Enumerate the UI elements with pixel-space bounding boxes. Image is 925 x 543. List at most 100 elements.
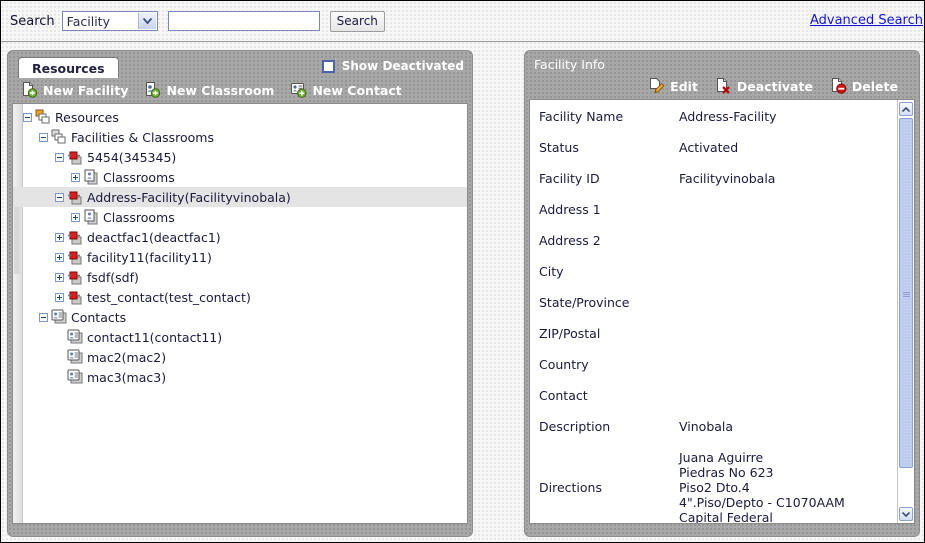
tree-node[interactable]: Resources — [23, 107, 467, 127]
collapse-icon[interactable] — [23, 112, 32, 122]
resources-node-icon — [35, 109, 52, 125]
new-contact-label: New Contact — [312, 83, 402, 98]
facility-info-scrollbar[interactable] — [897, 100, 914, 523]
collapse-icon[interactable] — [55, 192, 64, 202]
facility-icon — [67, 269, 84, 285]
field-row: Contact — [539, 388, 897, 403]
expand-icon[interactable] — [55, 232, 64, 242]
tree-node[interactable]: 5454(345345) — [23, 147, 467, 167]
deactivate-icon — [715, 77, 732, 97]
expand-icon[interactable] — [71, 212, 80, 222]
field-label: State/Province — [539, 295, 630, 310]
field-value: Facilityvinobala — [679, 171, 776, 186]
tree-node[interactable]: deactfac1(deactfac1) — [23, 227, 467, 247]
field-label: Address 2 — [539, 233, 601, 248]
tree-node[interactable]: Contacts — [23, 307, 467, 327]
tree-node-label: 5454(345345) — [87, 149, 177, 165]
show-deactivated-checkbox[interactable] — [321, 59, 335, 73]
facility-icon — [67, 229, 84, 245]
field-row: City — [539, 264, 897, 279]
tree-node[interactable]: Facilities & Classrooms — [23, 127, 467, 147]
scroll-up-icon[interactable] — [899, 102, 913, 116]
new-facility-label: New Facility — [43, 83, 129, 98]
tree-node[interactable]: Address-Facility(Facilityvinobala) — [13, 187, 467, 207]
chevron-down-icon[interactable] — [137, 13, 156, 29]
field-label: ZIP/Postal — [539, 326, 601, 341]
search-button[interactable]: Search — [329, 10, 385, 32]
collapse-icon[interactable] — [39, 312, 48, 322]
field-row: Directions Juana Aguirre Piedras No 623 P… — [539, 450, 897, 523]
tree-node-label: Classrooms — [103, 169, 175, 185]
deactivate-button[interactable]: Deactivate — [715, 77, 813, 97]
expand-icon[interactable] — [55, 292, 64, 302]
delete-button[interactable]: Delete — [830, 77, 898, 97]
advanced-search-link[interactable]: Advanced Search — [810, 13, 923, 28]
tree-node-label: test_contact(test_contact) — [87, 289, 251, 305]
tree-node-label: contact11(contact11) — [87, 329, 223, 345]
tree-node-label: mac2(mac2) — [87, 349, 167, 365]
tree-node-label: facility11(facility11) — [87, 249, 212, 265]
contacts-folder-icon — [51, 309, 68, 325]
facility-icon — [67, 149, 84, 165]
facility-info-body: Facility Name Address-Facility Status Activ… — [529, 99, 915, 524]
tree-node[interactable]: Classrooms — [23, 167, 467, 187]
search-bar: Search Facility Search Advanced Search — [1, 1, 924, 42]
expand-icon[interactable] — [55, 272, 64, 282]
search-type-value: Facility — [66, 13, 110, 29]
new-contact-button[interactable]: New Contact — [290, 81, 402, 101]
classrooms-icon — [83, 169, 100, 185]
tree-node[interactable]: test_contact(test_contact) — [23, 287, 467, 307]
field-label: Facility ID — [539, 171, 600, 186]
delete-icon — [830, 77, 847, 97]
field-row: Description Vinobala — [539, 419, 897, 434]
contact-icon — [67, 329, 84, 345]
edit-button[interactable]: Edit — [648, 77, 698, 97]
field-value: Activated — [679, 140, 739, 155]
collapse-icon[interactable] — [39, 132, 48, 142]
tree-node[interactable]: mac3(mac3) — [23, 367, 467, 387]
tree-node-label: deactfac1(deactfac1) — [87, 229, 221, 245]
classrooms-icon — [83, 209, 100, 225]
collapse-icon[interactable] — [55, 152, 64, 162]
tab-resources[interactable]: Resources — [18, 57, 119, 78]
tree-node[interactable]: Classrooms — [23, 207, 467, 227]
facility-icon — [67, 189, 84, 205]
search-input[interactable] — [167, 11, 320, 31]
new-classroom-icon — [144, 81, 161, 101]
field-row: Facility ID Facilityvinobala — [539, 171, 897, 186]
scrollbar-thumb[interactable] — [899, 118, 913, 468]
field-label: Status — [539, 140, 579, 155]
expand-icon[interactable] — [71, 172, 80, 182]
folder-node-icon — [51, 129, 68, 145]
tree-scrollbar-thumb[interactable] — [14, 204, 20, 274]
field-label: City — [539, 264, 564, 279]
edit-label: Edit — [670, 79, 698, 94]
contact-icon — [67, 369, 84, 385]
expand-icon[interactable] — [55, 252, 64, 262]
tree-node[interactable]: mac2(mac2) — [23, 347, 467, 367]
new-classroom-button[interactable]: New Classroom — [144, 81, 274, 101]
contact-icon — [67, 349, 84, 365]
tree-node-label: Classrooms — [103, 209, 175, 225]
tree-node-label: Facilities & Classrooms — [71, 129, 214, 145]
scroll-down-icon[interactable] — [899, 507, 913, 521]
tree-scrollbar[interactable] — [13, 104, 23, 523]
resource-tree-area: Resources Facilities & Classrooms 5454(345… — [12, 103, 468, 524]
new-contact-icon — [290, 81, 307, 101]
facility-info-title: Facility Info — [534, 57, 605, 72]
facility-info-toolbar: Edit Deactivate Delete — [529, 74, 915, 99]
new-facility-button[interactable]: New Facility — [21, 81, 128, 101]
new-facility-icon — [21, 81, 38, 101]
tree-node[interactable]: fsdf(sdf) — [23, 267, 467, 287]
tree-node[interactable]: contact11(contact11) — [23, 327, 467, 347]
tree-node[interactable]: facility11(facility11) — [23, 247, 467, 267]
show-deactivated-control[interactable]: Show Deactivated — [321, 59, 464, 73]
deactivate-label: Deactivate — [736, 79, 813, 94]
field-value: Juana Aguirre Piedras No 623 Piso2 Dto.4… — [679, 450, 845, 523]
facility-icon — [67, 289, 84, 305]
resource-tree: Resources Facilities & Classrooms 5454(345… — [13, 107, 467, 387]
search-type-select[interactable]: Facility — [61, 11, 158, 31]
field-label: Directions — [539, 480, 602, 495]
